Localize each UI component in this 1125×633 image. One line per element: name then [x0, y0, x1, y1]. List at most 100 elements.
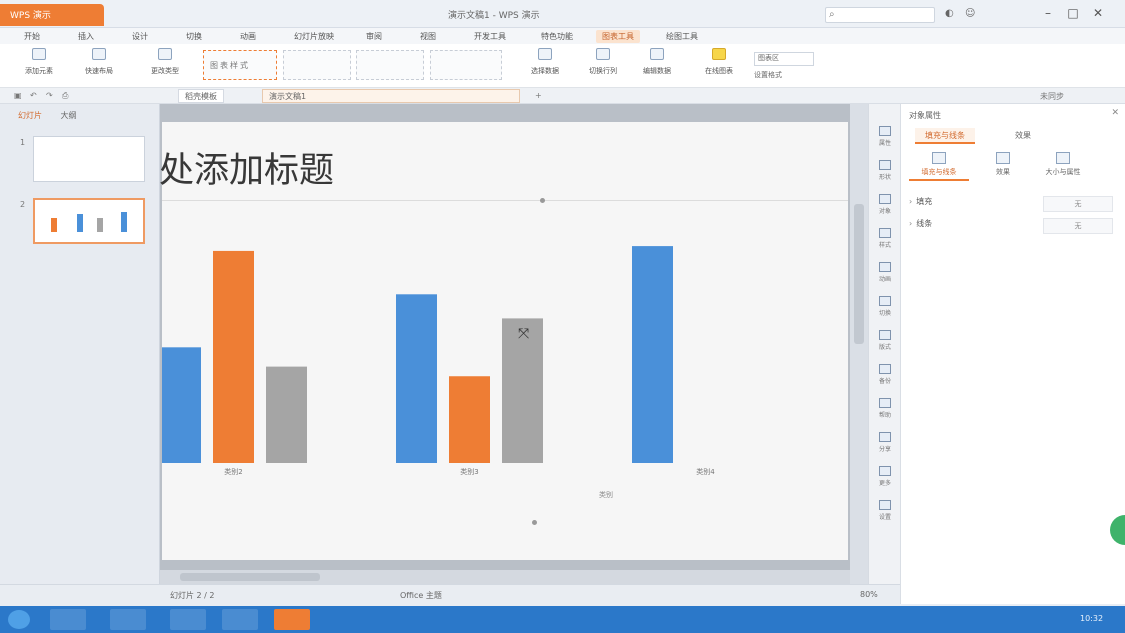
tool-icon [879, 262, 891, 272]
tab-animation[interactable]: 动画 [234, 30, 262, 43]
tab-features[interactable]: 特色功能 [535, 30, 579, 43]
menu-tabs: 开始 插入 设计 切换 动画 幻灯片放映 审阅 视图 开发工具 特色功能 图表工… [0, 28, 1125, 44]
tool-label: 切换 [878, 310, 891, 317]
vertical-scrollbar[interactable] [850, 104, 868, 584]
scroll-thumb[interactable] [180, 573, 320, 581]
command-search-input[interactable]: ⌕ [825, 7, 935, 23]
side-tool-1[interactable]: 属性 [873, 124, 897, 150]
subtab-effects[interactable]: 效果 [973, 152, 1033, 177]
chart-bar[interactable] [213, 250, 254, 463]
side-tool-5[interactable]: 动画 [873, 260, 897, 286]
close-icon[interactable]: ✕ [1111, 108, 1119, 118]
zoom-level[interactable]: 80% [860, 590, 878, 599]
fill-value[interactable]: 无 [1043, 196, 1113, 212]
add-element-button[interactable]: 添加元素 [12, 48, 66, 84]
format-selection-button[interactable]: 设置格式 [754, 70, 782, 80]
quick-layout-button[interactable]: 快速布局 [72, 48, 126, 84]
tab-fill-line[interactable]: 填充与线条 [915, 128, 975, 144]
user-icon[interactable]: ☺ [965, 8, 975, 19]
side-tool-7[interactable]: 版式 [873, 328, 897, 354]
taskbar-app-wps[interactable] [274, 609, 310, 630]
print-icon[interactable]: ⎙ [62, 91, 68, 101]
horizontal-scrollbar[interactable] [160, 570, 850, 584]
chevron-right-icon: › [909, 219, 913, 228]
redo-icon[interactable]: ↷ [46, 91, 53, 100]
chart-bar[interactable] [632, 246, 673, 463]
clock: 10:32 [1080, 614, 1104, 623]
size-icon [1056, 152, 1070, 164]
app-menu-button[interactable]: WPS 演示 [0, 4, 104, 26]
tool-label: 帮助 [878, 412, 891, 419]
side-tool-12[interactable]: 设置 [873, 498, 897, 524]
save-icon[interactable]: ▣ [14, 91, 22, 100]
taskbar-app[interactable] [170, 609, 206, 630]
new-tab-icon[interactable]: + [535, 91, 542, 100]
fill-section[interactable]: › 填充 无 [909, 196, 1117, 214]
tab-presentation[interactable]: 演示文稿1 [262, 89, 520, 103]
slide-thumbnail-1[interactable] [33, 136, 145, 182]
edit-data-icon [650, 48, 664, 60]
tab-view[interactable]: 视图 [414, 30, 442, 43]
tool-label: 对象 [878, 208, 891, 215]
chart-style-2[interactable] [283, 50, 351, 80]
fill-label: 填充 [916, 197, 933, 206]
tab-effects[interactable]: 效果 [1005, 128, 1041, 144]
side-tool-9[interactable]: 帮助 [873, 396, 897, 422]
subtab-fill-line[interactable]: 填充与线条 [909, 152, 969, 181]
chart-bar[interactable] [449, 376, 490, 463]
side-tool-3[interactable]: 对象 [873, 192, 897, 218]
select-data-label: 选择数据 [531, 67, 559, 75]
undo-icon[interactable]: ↶ [30, 91, 37, 100]
chart-style-4[interactable] [430, 50, 502, 80]
taskbar-app[interactable] [50, 609, 86, 630]
mouse-cursor-icon: ⤧ [518, 326, 530, 342]
tab-slideshow[interactable]: 幻灯片放映 [288, 30, 340, 43]
chart-bar[interactable] [162, 347, 201, 463]
tab-slides[interactable]: 幻灯片 [18, 111, 42, 120]
skin-icon[interactable]: ◐ [945, 8, 954, 19]
subtab-label: 填充与线条 [909, 167, 969, 181]
side-tool-2[interactable]: 形状 [873, 158, 897, 184]
tab-review[interactable]: 审阅 [360, 30, 388, 43]
select-data-button[interactable]: 选择数据 [518, 48, 572, 84]
resize-handle[interactable] [532, 520, 537, 525]
side-tool-11[interactable]: 更多 [873, 464, 897, 490]
taskbar-app[interactable] [110, 609, 146, 630]
side-tool-6[interactable]: 切换 [873, 294, 897, 320]
tab-developer[interactable]: 开发工具 [468, 30, 512, 43]
tab-outline[interactable]: 大纲 [61, 111, 77, 120]
change-type-button[interactable]: 更改类型 [138, 48, 192, 84]
online-chart-button[interactable]: 在线图表 [692, 48, 746, 84]
minimize-icon[interactable]: – [1040, 6, 1056, 20]
chart-bar[interactable] [266, 366, 307, 463]
line-value[interactable]: 无 [1043, 218, 1113, 234]
thumb-bar [77, 214, 83, 232]
switch-row-col-button[interactable]: 切换行列 [576, 48, 630, 84]
chart-element-select[interactable]: 图表区 [754, 52, 814, 66]
slide-canvas[interactable]: 处添加标题 类别1类别2类别3类别4类别 ⤧ [159, 122, 848, 560]
edit-data-button[interactable]: 编辑数据 [630, 48, 684, 84]
bar-chart[interactable]: 类别1类别2类别3类别4类别 [162, 122, 848, 560]
chart-style-3[interactable] [356, 50, 424, 80]
tab-drawing-tools[interactable]: 绘图工具 [660, 30, 704, 43]
side-tool-4[interactable]: 样式 [873, 226, 897, 252]
side-tool-8[interactable]: 备份 [873, 362, 897, 388]
tab-design[interactable]: 设计 [126, 30, 154, 43]
close-icon[interactable]: ✕ [1090, 6, 1106, 20]
line-section[interactable]: › 线条 无 [909, 218, 1117, 236]
scroll-thumb[interactable] [854, 204, 864, 344]
start-button[interactable] [8, 610, 30, 629]
subtab-size-properties[interactable]: 大小与属性 [1033, 152, 1093, 177]
maximize-icon[interactable]: □ [1065, 6, 1081, 20]
taskbar-app[interactable] [222, 609, 258, 630]
tab-docer-templates[interactable]: 稻壳模板 [178, 89, 224, 103]
tool-icon [879, 126, 891, 136]
slide-thumbnail-2[interactable] [33, 198, 145, 244]
chart-bar[interactable] [396, 294, 437, 463]
chart-style-1[interactable]: 图表样式 [203, 50, 277, 80]
tab-insert[interactable]: 插入 [72, 30, 100, 43]
tab-home[interactable]: 开始 [18, 30, 46, 43]
tab-transition[interactable]: 切换 [180, 30, 208, 43]
tab-chart-tools[interactable]: 图表工具 [596, 30, 640, 43]
side-tool-10[interactable]: 分享 [873, 430, 897, 456]
